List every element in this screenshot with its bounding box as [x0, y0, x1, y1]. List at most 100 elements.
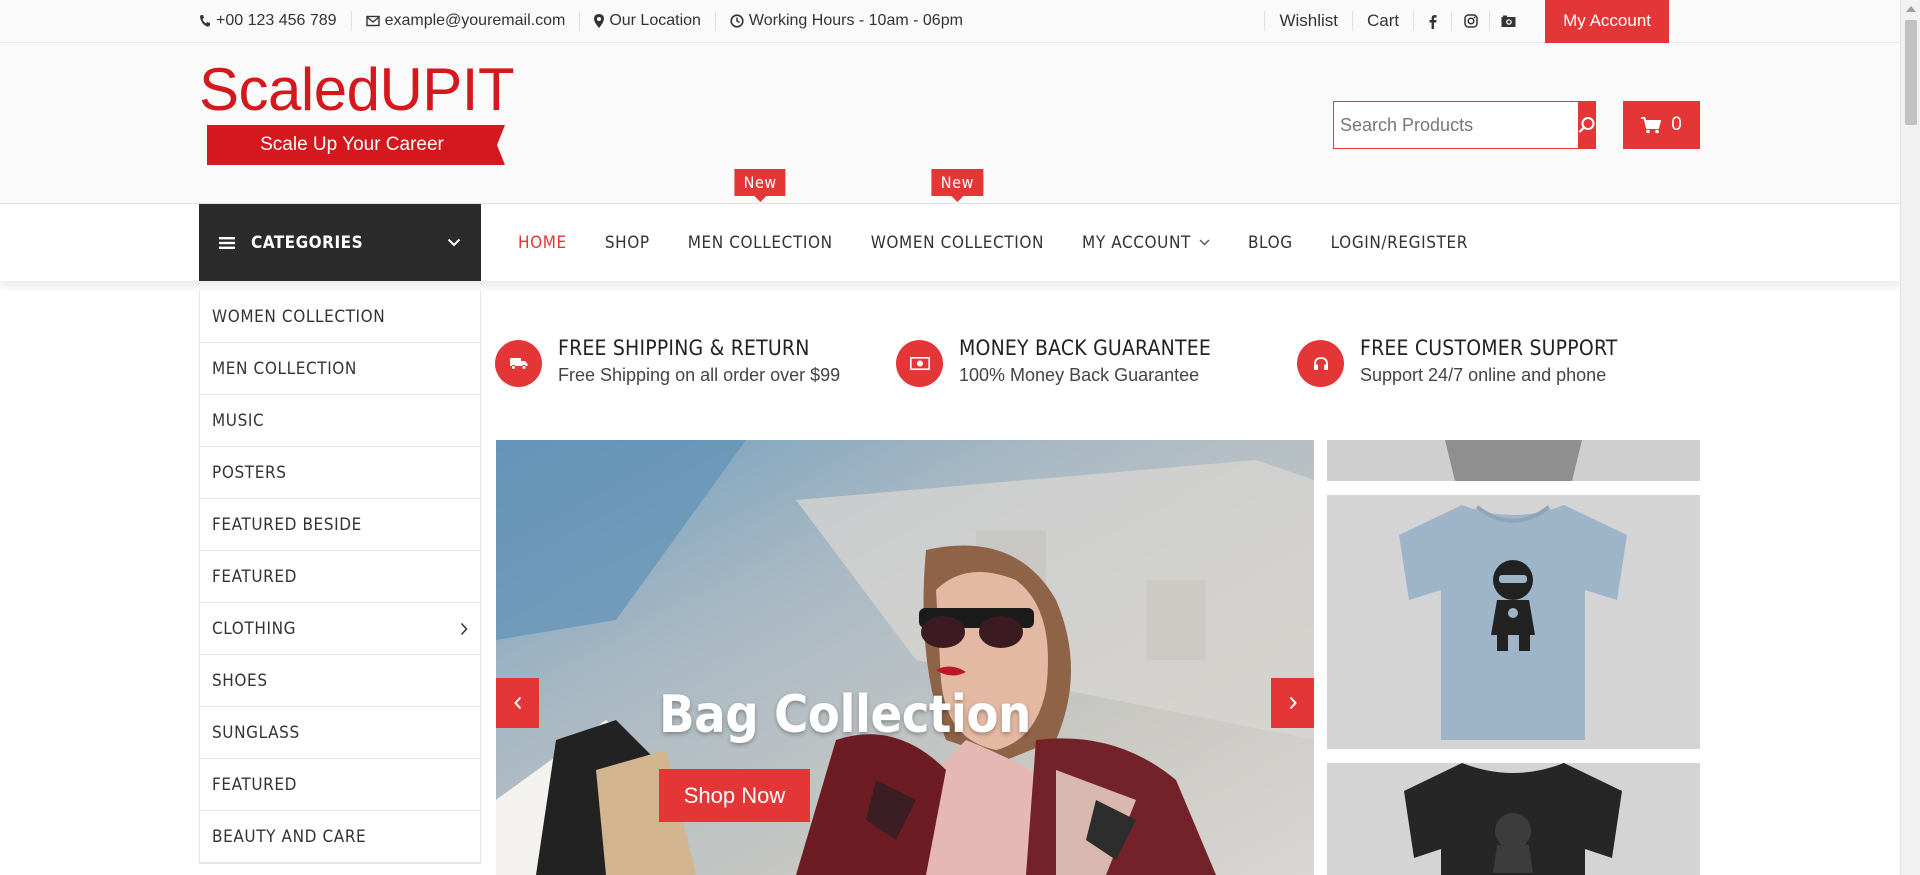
logo-tagline: Scale Up Your Career [199, 125, 505, 165]
chevron-left-icon [513, 696, 521, 710]
chevron-down-icon [447, 238, 461, 247]
cart-button[interactable]: 0 [1623, 101, 1700, 149]
slider-next-button[interactable] [1271, 678, 1314, 728]
category-label: SUNGLASS [212, 722, 300, 743]
nav-menu: HOME SHOP New MEN COLLECTION New WOMEN C… [518, 168, 1506, 281]
features-row: FREE SHIPPING & RETURN Free Shipping on … [495, 330, 1700, 400]
category-label: BEAUTY AND CARE [212, 826, 367, 847]
nav-women-collection-label: WOMEN COLLECTION [870, 232, 1045, 253]
search-form [1333, 101, 1596, 149]
shopping-cart-icon [1641, 116, 1662, 133]
chevron-down-icon [1199, 239, 1210, 246]
slider-prev-button[interactable] [496, 678, 539, 728]
instagram-link[interactable] [1451, 11, 1489, 31]
wishlist-link[interactable]: Wishlist [1264, 11, 1352, 31]
logo-title: ScaledUPIT [199, 56, 515, 123]
camera-link[interactable] [1489, 11, 1527, 31]
tshirt-image [1327, 763, 1700, 875]
category-shoes[interactable]: SHOES [200, 655, 480, 707]
top-bar: +00 123 456 789 example@youremail.com Ou… [0, 0, 1900, 43]
category-featured-2[interactable]: FEATURED [200, 759, 480, 811]
categories-toggle[interactable]: CATEGORIES [199, 204, 481, 281]
category-label: FEATURED BESIDE [212, 514, 362, 535]
my-account-button[interactable]: My Account [1545, 0, 1669, 43]
search-icon [1578, 117, 1595, 133]
email-item[interactable]: example@youremail.com [350, 11, 580, 31]
category-label: WOMEN COLLECTION [212, 306, 386, 327]
page-scrollbar[interactable] [1900, 0, 1920, 875]
facebook-link[interactable] [1413, 11, 1451, 31]
search-input[interactable] [1333, 101, 1578, 149]
camera-icon [1501, 15, 1516, 27]
tshirt-image [1327, 440, 1700, 481]
phone-item[interactable]: +00 123 456 789 [199, 11, 351, 31]
feature-money-back: MONEY BACK GUARANTEE 100% Money Back Gua… [896, 330, 1211, 387]
nav-my-account-label: MY ACCOUNT [1082, 232, 1191, 253]
category-label: MEN COLLECTION [212, 358, 357, 379]
envelope-icon [365, 15, 380, 27]
nav-blog[interactable]: BLOG [1248, 233, 1293, 253]
feature-title: MONEY BACK GUARANTEE [959, 336, 1211, 360]
slide-image [496, 440, 1314, 875]
feature-title: FREE SHIPPING & RETURN [558, 336, 810, 360]
chevron-right-icon [460, 622, 468, 635]
nav-home-label: HOME [518, 232, 567, 253]
search-button[interactable] [1578, 101, 1596, 149]
feature-subtitle: Support 24/7 online and phone [1360, 365, 1607, 385]
headphones-icon [1297, 340, 1344, 387]
feature-title: FREE CUSTOMER SUPPORT [1360, 336, 1618, 360]
page: +00 123 456 789 example@youremail.com Ou… [0, 0, 1900, 875]
category-sidebar: WOMEN COLLECTION MEN COLLECTION MUSIC PO… [199, 291, 481, 864]
category-label: FEATURED [212, 774, 298, 795]
category-label: POSTERS [212, 462, 287, 483]
clock-icon [730, 14, 744, 28]
nav-home[interactable]: HOME [518, 233, 567, 253]
shop-now-button[interactable]: Shop Now [659, 769, 810, 822]
feature-shipping: FREE SHIPPING & RETURN Free Shipping on … [495, 330, 840, 387]
nav-blog-label: BLOG [1247, 232, 1293, 253]
scroll-up-arrow-icon[interactable] [1906, 6, 1916, 12]
category-beauty-and-care[interactable]: BEAUTY AND CARE [200, 811, 480, 863]
category-label: MUSIC [212, 410, 265, 431]
nav-women-collection[interactable]: New WOMEN COLLECTION [870, 168, 1045, 253]
category-featured-beside[interactable]: FEATURED BESIDE [200, 499, 480, 551]
category-posters[interactable]: POSTERS [200, 447, 480, 499]
email-text: example@youremail.com [384, 12, 566, 29]
location-item[interactable]: Our Location [579, 11, 715, 31]
product-image[interactable] [1327, 495, 1700, 749]
nav-shop[interactable]: SHOP [605, 233, 650, 253]
category-men-collection[interactable]: MEN COLLECTION [200, 343, 480, 395]
category-label: SHOES [212, 670, 268, 691]
hours-item: Working Hours - 10am - 06pm [714, 11, 977, 31]
feature-subtitle: Free Shipping on all order over $99 [558, 365, 841, 385]
nav-men-collection[interactable]: New MEN COLLECTION [688, 168, 833, 253]
nav-login-register[interactable]: LOGIN/REGISTER [1331, 233, 1468, 253]
category-label: CLOTHING [212, 618, 297, 639]
new-badge: New [734, 168, 786, 202]
phone-icon [200, 15, 210, 27]
nav-shop-label: SHOP [604, 232, 650, 253]
hamburger-icon [219, 236, 235, 249]
product-image[interactable] [1327, 763, 1700, 875]
slide-title: Bag Collection [659, 685, 1031, 745]
nav-my-account[interactable]: MY ACCOUNT [1082, 233, 1210, 253]
money-icon [896, 340, 943, 387]
feature-subtitle: 100% Money Back Guarantee [959, 365, 1200, 385]
main-nav: CATEGORIES HOME SHOP New MEN COLLECTION … [0, 168, 1900, 281]
scroll-thumb[interactable] [1905, 20, 1917, 125]
product-image[interactable] [1327, 440, 1700, 481]
category-music[interactable]: MUSIC [200, 395, 480, 447]
category-women-collection[interactable]: WOMEN COLLECTION [200, 291, 480, 343]
hours-text: Working Hours - 10am - 06pm [748, 12, 963, 29]
hero-slider: Bag Collection Shop Now [496, 440, 1314, 875]
category-sunglass[interactable]: SUNGLASS [200, 707, 480, 759]
logo[interactable]: ScaledUPIT Scale Up Your Career [199, 56, 515, 165]
cart-link[interactable]: Cart [1352, 11, 1413, 31]
cart-count: 0 [1671, 114, 1682, 135]
map-marker-icon [594, 14, 605, 28]
tshirt-image [1327, 495, 1700, 749]
nav-login-register-label: LOGIN/REGISTER [1330, 232, 1468, 253]
category-featured[interactable]: FEATURED [200, 551, 480, 603]
category-clothing[interactable]: CLOTHING [200, 603, 480, 655]
category-label: FEATURED [212, 566, 298, 587]
